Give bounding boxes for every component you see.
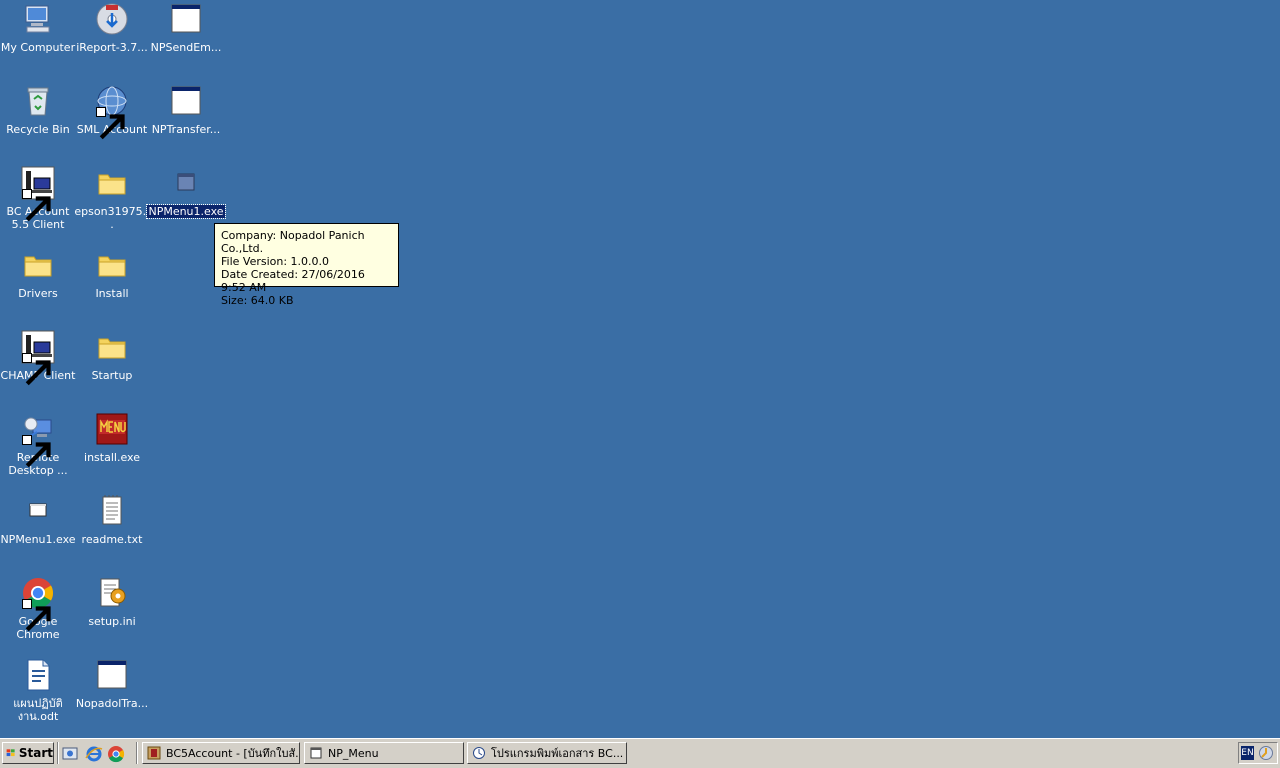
computer-icon: [21, 2, 55, 36]
folder-icon: [21, 248, 55, 282]
client-app-icon: [21, 330, 55, 386]
icon-label: NPMenu1.exe: [146, 204, 226, 219]
desktop-icon-nptransfer[interactable]: NPTransfer...: [148, 84, 224, 162]
chrome-icon: [108, 746, 125, 763]
desktop-icon-odt-document[interactable]: แผนปฏิบัติงาน.odt: [0, 658, 76, 736]
app-window-icon: [169, 84, 203, 118]
icon-label: readme.txt: [81, 533, 143, 546]
shortcut-arrow-icon: [22, 435, 51, 468]
remote-desktop-icon: [21, 412, 55, 468]
app-window-icon: [95, 658, 129, 692]
icon-label: NPMenu1.exe: [0, 533, 76, 546]
folder-icon: [95, 248, 129, 282]
windows-logo-icon: [6, 749, 15, 757]
printer-app-icon: [473, 747, 485, 759]
internet-explorer-icon: [85, 746, 103, 762]
icon-label: Drivers: [18, 287, 58, 300]
icon-label: install.exe: [84, 451, 140, 464]
folder-icon: [95, 330, 129, 364]
desktop-icon-ireport[interactable]: iReport-3.7...: [74, 2, 150, 80]
desktop-icon-npmenu1-exe[interactable]: NPMenu1.exe: [0, 494, 76, 572]
installer-disc-icon: [95, 2, 129, 36]
task-label: NP_Menu: [328, 746, 379, 760]
tooltip-file-version: File Version: 1.0.0.0: [221, 255, 330, 268]
icon-label: NopadolTra...: [75, 697, 149, 710]
tooltip-company: Company: Nopadol Panich Co.,Ltd.: [221, 229, 365, 255]
network-tray-icon[interactable]: [1258, 745, 1274, 761]
tooltip-date-created: Date Created: 27/06/2016 9:52 AM: [221, 268, 365, 294]
desktop-icon-drivers[interactable]: Drivers: [0, 248, 76, 326]
client-app-icon: [21, 166, 55, 222]
config-file-icon: [95, 576, 129, 610]
bc-account-app-icon: [147, 746, 161, 760]
desktop-icon-recycle-bin[interactable]: Recycle Bin: [0, 84, 76, 162]
icon-label: setup.ini: [88, 615, 136, 628]
language-indicator[interactable]: EN: [1241, 746, 1254, 760]
icon-label: Install: [95, 287, 129, 300]
icon-label: Recycle Bin: [6, 123, 70, 136]
desktop-icon-npsendem[interactable]: NPSendEm...: [148, 2, 224, 80]
task-label: BC5Account - [บันทึกใบสั...: [166, 747, 300, 760]
icon-label: NPSendEm...: [150, 41, 222, 54]
icon-label: NPTransfer...: [151, 123, 221, 136]
quicklaunch-chrome[interactable]: [107, 745, 125, 763]
task-print-document-program[interactable]: โปรแกรมพิมพ์เอกสาร BC...: [467, 742, 627, 764]
recycle-bin-icon: [21, 84, 55, 118]
quicklaunch-internet-explorer[interactable]: [85, 745, 103, 763]
icon-label: iReport-3.7...: [76, 41, 148, 54]
app-window-icon: [21, 494, 55, 528]
icon-label: epson31975...: [74, 205, 150, 231]
desktop-icon-sml-account[interactable]: SML Account: [74, 84, 150, 162]
app-window-icon: [169, 166, 203, 200]
taskbar-separator: [136, 742, 138, 764]
desktop-icon-install-exe[interactable]: install.exe: [74, 412, 150, 490]
folder-icon: [95, 166, 129, 200]
taskbar: Start BC5Account - [บันทึกใบสั... NP_Men…: [0, 738, 1280, 768]
desktop-icon-setup-ini[interactable]: setup.ini: [74, 576, 150, 654]
shortcut-arrow-icon: [96, 107, 125, 140]
desktop-icon-epson-folder[interactable]: epson31975...: [74, 166, 150, 244]
desktop-icon-npmenu1-exe-selected[interactable]: NPMenu1.exe: [146, 166, 226, 244]
file-info-tooltip: Company: Nopadol Panich Co.,Ltd. File Ve…: [214, 223, 399, 307]
desktop-icon-startup-folder[interactable]: Startup: [74, 330, 150, 408]
desktop[interactable]: My Computer Recycle Bin BC Account 5.5 C…: [0, 0, 1280, 738]
desktop-icon-my-computer[interactable]: My Computer: [0, 2, 76, 80]
task-bc5account[interactable]: BC5Account - [บันทึกใบสั...: [142, 742, 300, 764]
task-label: โปรแกรมพิมพ์เอกสาร BC...: [491, 747, 624, 760]
chrome-icon: [21, 576, 55, 632]
writer-document-icon: [21, 658, 55, 692]
shortcut-arrow-icon: [22, 353, 51, 386]
taskbar-separator: [57, 742, 59, 764]
desktop-icon-install-folder[interactable]: Install: [74, 248, 150, 326]
globe-icon: [95, 84, 129, 140]
desktop-icon-readme-txt[interactable]: readme.txt: [74, 494, 150, 572]
desktop-icon-champ-client[interactable]: CHAMP Client: [0, 330, 76, 408]
desktop-icon-bc-account[interactable]: BC Account 5.5 Client: [0, 166, 76, 244]
shortcut-arrow-icon: [22, 599, 51, 632]
app-window-icon: [310, 747, 322, 759]
tooltip-size: Size: 64.0 KB: [221, 294, 294, 307]
start-label: Start: [18, 746, 53, 760]
shortcut-arrow-icon: [22, 189, 51, 222]
app-window-icon: [169, 2, 203, 36]
text-file-icon: [95, 494, 129, 528]
quicklaunch-show-desktop[interactable]: [61, 745, 79, 763]
menu-app-icon: [95, 412, 129, 446]
desktop-icon-remote-desktop[interactable]: Remote Desktop ...: [0, 412, 76, 490]
system-tray: EN: [1238, 742, 1278, 764]
task-np-menu[interactable]: NP_Menu: [304, 742, 464, 764]
icon-label: My Computer: [0, 41, 76, 54]
desktop-icon-nopadoltra[interactable]: NopadolTra...: [74, 658, 150, 736]
show-desktop-icon: [62, 747, 78, 760]
start-button[interactable]: Start: [2, 742, 54, 764]
icon-label: แผนปฏิบัติงาน.odt: [13, 697, 63, 723]
icon-label: Startup: [91, 369, 133, 382]
desktop-icon-google-chrome[interactable]: Google Chrome: [0, 576, 76, 654]
